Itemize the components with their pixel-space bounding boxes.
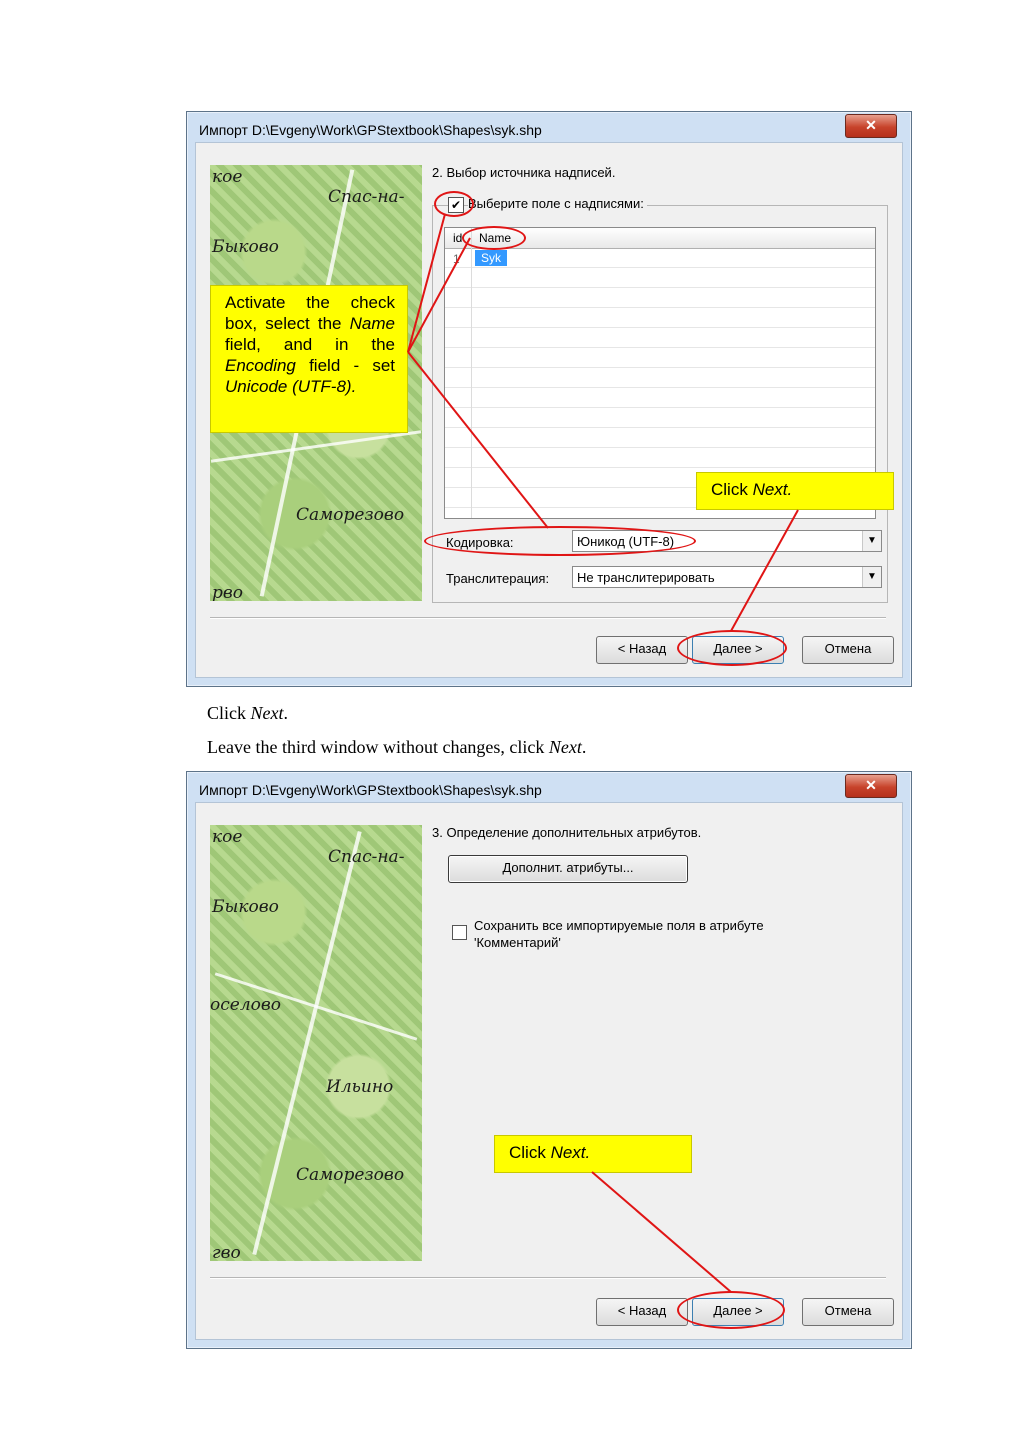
callout-connectors [407,213,799,1293]
